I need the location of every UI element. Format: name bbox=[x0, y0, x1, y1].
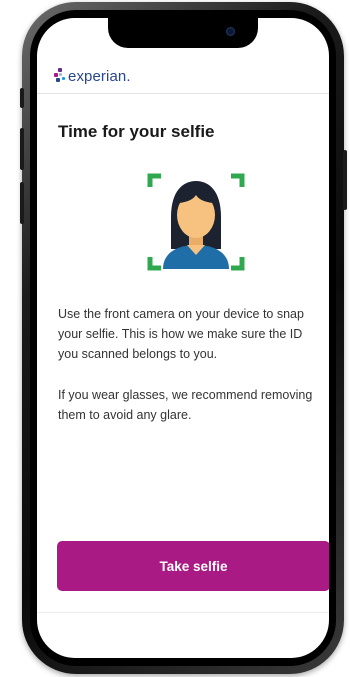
front-camera-icon bbox=[226, 27, 235, 36]
logo-text: experian. bbox=[68, 67, 131, 85]
take-selfie-button[interactable]: Take selfie bbox=[57, 541, 329, 591]
volume-up-button bbox=[20, 128, 24, 170]
glasses-tip-paragraph: If you wear glasses, we recommend removi… bbox=[58, 388, 313, 422]
app-header: experian. bbox=[37, 58, 329, 94]
page-title: Time for your selfie bbox=[58, 122, 215, 141]
phone-screen: experian. Time for your selfie Use the f… bbox=[37, 18, 329, 658]
bottom-divider bbox=[37, 612, 329, 613]
experian-logo: experian. bbox=[54, 66, 131, 86]
silent-switch bbox=[20, 88, 24, 108]
selfie-face-frame-icon bbox=[147, 173, 245, 271]
instruction-paragraph: Use the front camera on your device to s… bbox=[58, 307, 304, 361]
power-button bbox=[343, 150, 347, 210]
volume-down-button bbox=[20, 182, 24, 224]
experian-dots-icon bbox=[54, 68, 67, 84]
notch bbox=[108, 18, 258, 48]
